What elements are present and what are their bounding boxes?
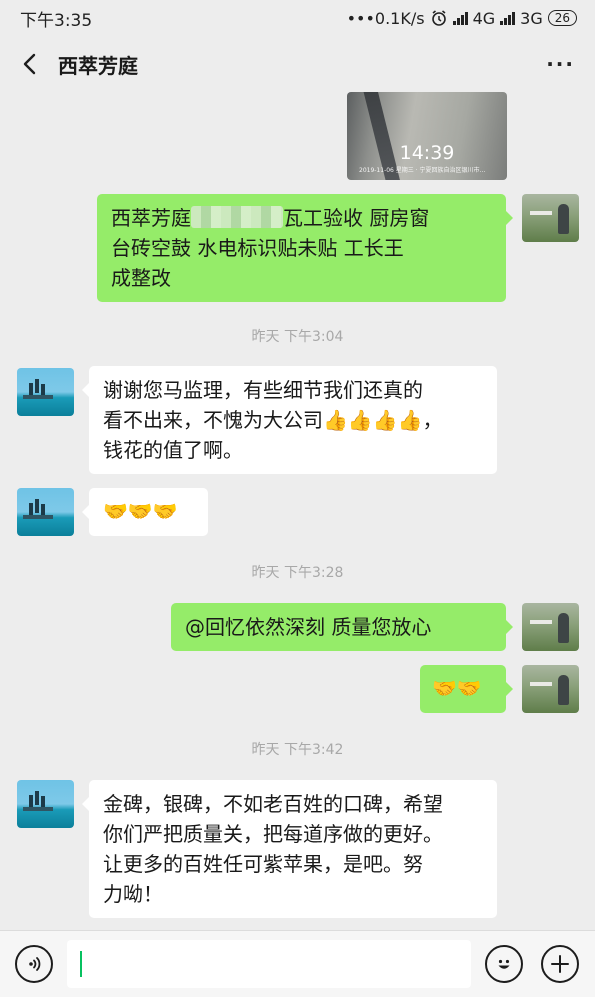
avatar-contact[interactable] (17, 488, 74, 536)
time-divider: 昨天 下午3:28 (251, 565, 344, 581)
voice-icon (29, 957, 41, 971)
message-bubble-sent[interactable]: 🤝🤝 (420, 665, 513, 713)
signal-icon (452, 11, 468, 25)
message-line: 力呦！ (103, 882, 163, 906)
message-line: 谢谢您马监理，有些细节我们还真的 (103, 378, 423, 402)
avatar-me[interactable] (522, 665, 579, 713)
message-text: 西萃芳庭 (111, 206, 191, 230)
message-line: 你们严把质量关，把每道序做的更好。 (103, 822, 443, 846)
time-divider: 昨天 下午3:04 (251, 329, 344, 345)
network-type-2: 3G (520, 8, 543, 28)
message-bubble-sent[interactable]: @回忆依然深刻 质量您放心 (171, 603, 513, 651)
avatar-me[interactable] (522, 603, 579, 651)
message-bubble-received[interactable]: 🤝🤝🤝 (82, 488, 208, 536)
photo-timestamp: 14:39 (399, 142, 455, 164)
avatar-contact[interactable] (17, 368, 74, 416)
photo-message[interactable]: 14:39 2019-11-06 星期三 · 宁夏回族自治区银川市… (347, 92, 507, 180)
network-speed: •••0.1K/s (346, 8, 425, 28)
time-divider: 昨天 下午3:42 (251, 742, 344, 758)
chat-header: 西萃芳庭 ··· (0, 36, 595, 92)
plus-icon (551, 955, 569, 973)
chevron-left-icon (23, 53, 36, 75)
battery-level: 26 (554, 11, 570, 25)
photo-location-stamp: 2019-11-06 星期三 · 宁夏回族自治区银川市… (359, 167, 486, 174)
text-caret (80, 951, 82, 977)
signal-icon-2 (500, 11, 516, 25)
message-line: 成整改 (111, 266, 171, 290)
more-functions-button[interactable] (541, 945, 579, 983)
input-bar (0, 930, 595, 997)
message-line: 西萃芳庭 瓦工验收 厨房窗 (111, 203, 492, 233)
status-bar: 下午3:35 •••0.1K/s 4G 3G 26 (0, 0, 595, 36)
more-options-button[interactable]: ··· (546, 52, 575, 76)
alarm-clock-icon (431, 10, 446, 26)
message-list[interactable]: 14:39 2019-11-06 星期三 · 宁夏回族自治区银川市… 西萃芳庭 瓦… (0, 92, 595, 930)
chat-title: 西萃芳庭 (58, 53, 138, 78)
more-dots-icon: ··· (546, 52, 575, 76)
message-text: ， (422, 408, 443, 432)
status-indicators: •••0.1K/s 4G 3G 26 (347, 9, 577, 28)
message-line: 让更多的百姓任可紫苹果，是吧。努 (103, 852, 423, 876)
thumbs-up-emoji: 👍👍👍👍 (323, 408, 423, 432)
message-bubble-received[interactable]: 谢谢您马监理，有些细节我们还真的 看不出来，不愧为大公司👍👍👍👍， 钱花的值了啊… (82, 366, 497, 474)
back-button[interactable] (20, 47, 54, 81)
status-time: 下午3:35 (20, 10, 93, 31)
avatar-contact[interactable] (17, 780, 74, 828)
message-bubble-sent[interactable]: 西萃芳庭 瓦工验收 厨房窗 台砖空鼓 水电标识贴未贴 工长王 成整改 (97, 194, 513, 302)
handshake-emoji: 🤝🤝 (432, 676, 482, 700)
message-text: 瓦工验收 厨房窗 (283, 206, 430, 230)
message-line: 金碑，银碑，不如老百姓的口碑，希望 (103, 792, 443, 816)
message-text: @回忆依然深刻 质量您放心 (185, 615, 432, 639)
message-text: 看不出来，不愧为大公司 (103, 408, 323, 432)
smiley-face-icon (498, 959, 510, 969)
avatar-me[interactable] (522, 194, 579, 242)
message-bubble-received[interactable]: 金碑，银碑，不如老百姓的口碑，希望 你们严把质量关，把每道序做的更好。 让更多的… (82, 780, 497, 918)
message-input[interactable] (67, 940, 471, 988)
message-line: 台砖空鼓 水电标识贴未贴 工长王 (111, 236, 404, 260)
blurred-text (191, 206, 283, 228)
voice-button[interactable] (15, 945, 53, 983)
network-type-1: 4G (472, 8, 496, 28)
emoji-button[interactable] (485, 945, 523, 983)
handshake-emoji: 🤝🤝🤝 (103, 499, 178, 523)
battery-icon: 26 (547, 10, 577, 26)
message-line: 钱花的值了啊。 (103, 438, 243, 462)
message-line: 看不出来，不愧为大公司👍👍👍👍， (103, 405, 483, 435)
